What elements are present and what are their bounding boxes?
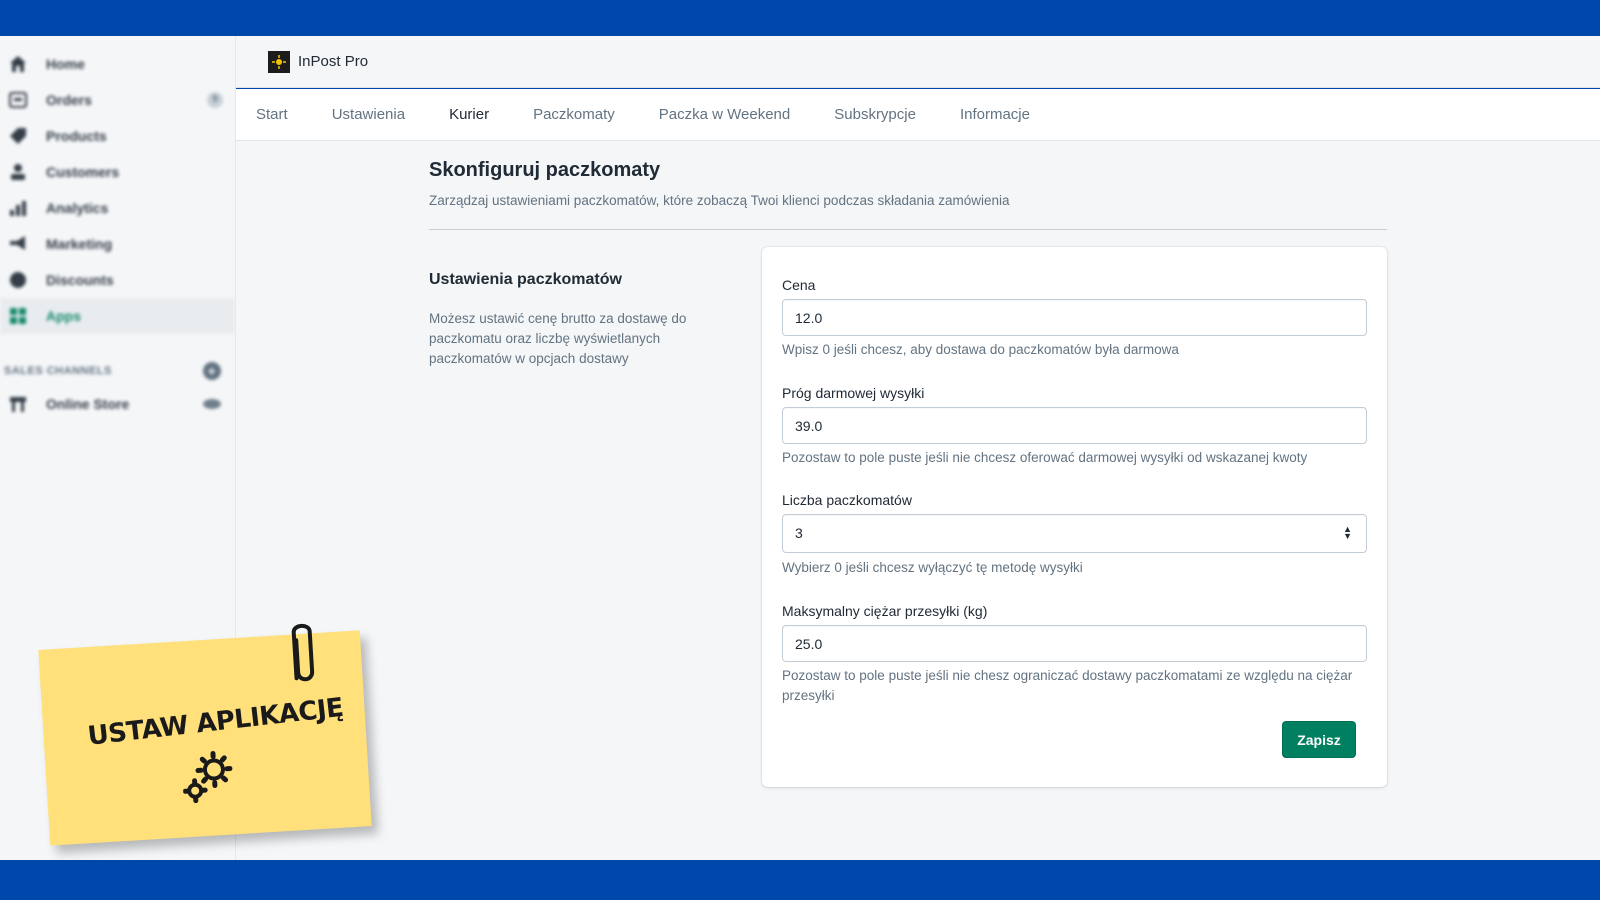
- top-frame-band: [0, 0, 1600, 36]
- apps-icon: [8, 306, 28, 326]
- free-threshold-label: Próg darmowej wysyłki: [782, 385, 925, 401]
- count-select[interactable]: 3 ▲ ▼: [782, 514, 1367, 553]
- tab-subskrypcje[interactable]: Subskrypcje: [834, 106, 916, 123]
- sidebar-item-discounts[interactable]: Discounts: [0, 262, 235, 298]
- sidebar-item-marketing[interactable]: Marketing: [0, 226, 235, 262]
- sidebar-item-apps[interactable]: Apps: [0, 298, 235, 334]
- sales-channels-label: SALES CHANNELS: [4, 365, 112, 377]
- select-arrows-icon: ▲ ▼: [1343, 524, 1352, 541]
- megaphone-icon: [8, 234, 28, 254]
- count-label: Liczba paczkomatów: [782, 492, 912, 508]
- sales-channels-heading: SALES CHANNELS +: [0, 356, 235, 386]
- settings-card: Cena Wpisz 0 jeśli chcesz, aby dostawa d…: [762, 247, 1387, 787]
- eye-icon[interactable]: [203, 399, 221, 409]
- bottom-frame-band: [0, 860, 1600, 900]
- tab-start[interactable]: Start: [256, 106, 288, 123]
- app-header: InPost Pro: [236, 36, 1600, 88]
- sidebar-item-label: Customers: [46, 164, 120, 180]
- section-description: Możesz ustawić cenę brutto za dostawę do…: [429, 311, 687, 366]
- app-tabs: Start Ustawienia Kurier Paczkomaty Paczk…: [236, 89, 1600, 141]
- count-help: Wybierz 0 jeśli chcesz wyłączyć tę metod…: [782, 560, 1083, 575]
- price-input[interactable]: [782, 299, 1367, 336]
- sidebar-item-label: Marketing: [46, 236, 113, 252]
- sidebar-item-label: Analytics: [46, 200, 109, 216]
- tab-paczkomaty[interactable]: Paczkomaty: [533, 106, 615, 123]
- sticky-note-text: USTAW APLIKACJĘ: [86, 692, 345, 752]
- home-icon: [8, 54, 28, 74]
- divider: [429, 229, 1387, 230]
- sticky-note: USTAW APLIKACJĘ: [38, 623, 372, 846]
- orders-badge: 9: [207, 92, 223, 108]
- orders-icon: [8, 90, 28, 110]
- free-threshold-input[interactable]: [782, 407, 1367, 444]
- paperclip-icon: [291, 623, 315, 682]
- inpost-logo-icon: [268, 50, 290, 73]
- add-channel-icon[interactable]: +: [203, 362, 221, 380]
- free-threshold-help: Pozostaw to pole puste jeśli nie chcesz …: [782, 450, 1308, 465]
- main-content: Skonfiguruj paczkomaty Zarządzaj ustawie…: [236, 141, 1600, 860]
- discount-icon: [8, 270, 28, 290]
- sidebar-item-label: Orders: [46, 92, 92, 108]
- sidebar-item-home[interactable]: Home: [0, 46, 235, 82]
- sidebar-item-label: Products: [46, 128, 107, 144]
- tab-informacje[interactable]: Informacje: [960, 106, 1030, 123]
- sidebar-item-label: Home: [46, 56, 85, 72]
- sidebar-item-label: Apps: [46, 308, 81, 324]
- bar-chart-icon: [8, 198, 28, 218]
- sidebar-item-label: Discounts: [46, 272, 114, 288]
- tab-paczka-w-weekend[interactable]: Paczka w Weekend: [659, 106, 790, 123]
- sidebar-item-analytics[interactable]: Analytics: [0, 190, 235, 226]
- user-icon: [8, 162, 28, 182]
- max-weight-input[interactable]: [782, 625, 1367, 662]
- sidebar-item-orders[interactable]: Orders 9: [0, 82, 235, 118]
- section-title: Ustawienia paczkomatów: [429, 271, 622, 288]
- sidebar-item-products[interactable]: Products: [0, 118, 235, 154]
- tab-ustawienia[interactable]: Ustawienia: [332, 106, 405, 123]
- price-help: Wpisz 0 jeśli chcesz, aby dostawa do pac…: [782, 342, 1179, 357]
- tag-icon: [8, 126, 28, 146]
- save-button[interactable]: Zapisz: [1282, 721, 1356, 758]
- sidebar-item-label: Online Store: [46, 396, 130, 412]
- page-title: Skonfiguruj paczkomaty: [429, 159, 661, 181]
- store-icon: [8, 394, 28, 414]
- count-select-value: 3: [795, 525, 803, 541]
- gears-icon: [182, 751, 233, 804]
- price-label: Cena: [782, 277, 816, 293]
- app-title: InPost Pro: [298, 53, 369, 70]
- max-weight-help: Pozostaw to pole puste jeśli nie chesz o…: [782, 668, 1353, 703]
- tab-kurier[interactable]: Kurier: [449, 106, 489, 123]
- page-subtitle: Zarządzaj ustawieniami paczkomatów, któr…: [429, 193, 1010, 208]
- sidebar-item-online-store[interactable]: Online Store: [0, 386, 235, 422]
- sidebar-item-customers[interactable]: Customers: [0, 154, 235, 190]
- max-weight-label: Maksymalny ciężar przesyłki (kg): [782, 603, 988, 619]
